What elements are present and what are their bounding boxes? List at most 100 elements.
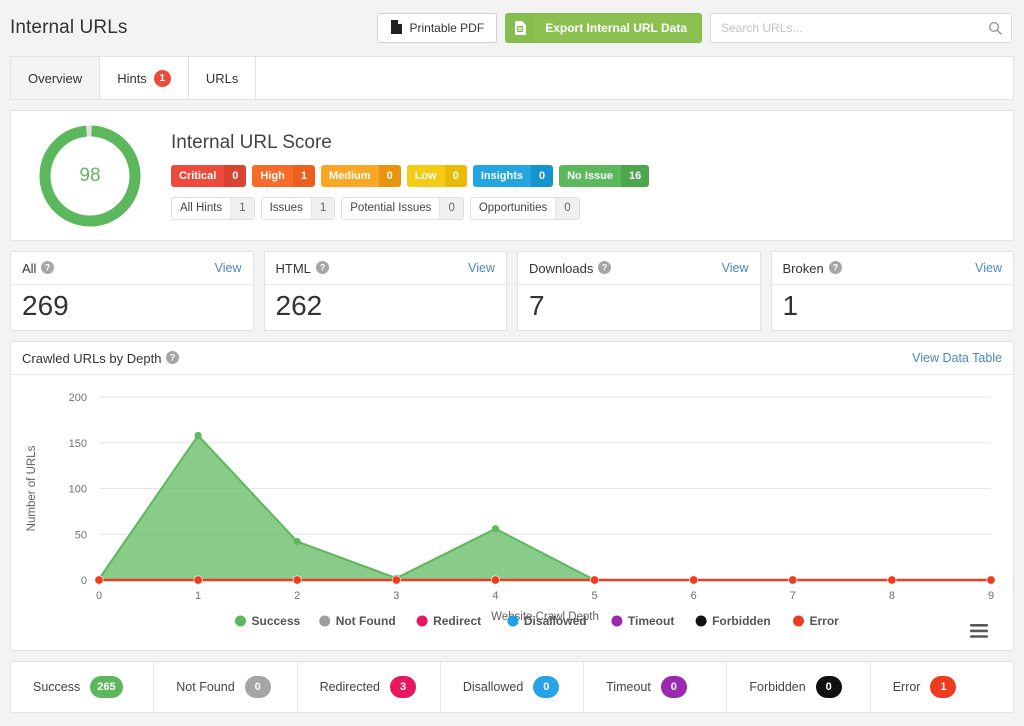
view-data-table-link[interactable]: View Data Table <box>912 351 1002 365</box>
svg-text:Not Found: Not Found <box>336 614 396 628</box>
printable-pdf-button[interactable]: Printable PDF <box>377 13 498 43</box>
chip-opportunities[interactable]: Opportunities 0 <box>469 196 580 220</box>
stat-card-html-value: 262 <box>275 290 323 321</box>
score-donut-gauge: 98 <box>37 123 143 229</box>
crawled-urls-by-depth-card: Crawled URLs by Depth ? View Data Table … <box>10 341 1014 652</box>
status-item-success[interactable]: Success 265 <box>11 662 155 713</box>
severity-medium[interactable]: Medium 0 <box>321 164 401 187</box>
stat-card-broken-header: Broken ? View <box>771 252 1013 285</box>
stat-card-downloads-header: Downloads ? View <box>518 252 760 285</box>
search-icon[interactable] <box>988 21 1002 40</box>
stat-card-html: HTML ? View 262 <box>263 251 507 332</box>
stat-card-broken-label: Broken <box>782 260 824 276</box>
stat-card-all-label: All <box>22 260 37 276</box>
status-item-forbidden[interactable]: Forbidden 0 <box>727 662 871 713</box>
status-item-redirected-count: 3 <box>390 676 417 699</box>
chip-potential-issues[interactable]: Potential Issues 0 <box>341 196 464 220</box>
status-item-forbidden-label: Forbidden <box>749 680 806 695</box>
stat-card-html-view-link[interactable]: View <box>468 261 495 275</box>
stat-card-downloads-view-link[interactable]: View <box>722 261 749 275</box>
tab-hints-label: Hints <box>117 70 147 86</box>
internal-url-score-card: 98 Internal URL Score Critical 0 High 1 … <box>10 110 1014 241</box>
svg-text:Timeout: Timeout <box>628 614 674 628</box>
severity-no-issue-label: No Issue <box>559 164 621 187</box>
status-item-disallowed-label: Disallowed <box>462 680 524 695</box>
status-item-timeout-count: 0 <box>660 676 687 699</box>
svg-text:3: 3 <box>393 590 399 602</box>
question-circle-icon[interactable]: ? <box>598 259 612 277</box>
export-internal-url-data-button[interactable]: Export Internal URL Data <box>505 13 702 43</box>
tab-urls[interactable]: URLs <box>188 57 257 99</box>
severity-high[interactable]: High 1 <box>252 164 315 187</box>
svg-text:?: ? <box>45 263 51 273</box>
crawled-urls-area-chart[interactable]: 050100150200Number of URLs0 1 2 3 4 5 6 7 8 9Webs… <box>11 375 1013 650</box>
svg-text:4: 4 <box>492 590 498 602</box>
svg-text:8: 8 <box>889 590 895 602</box>
question-circle-icon[interactable]: ? <box>166 349 180 367</box>
severity-no-issue-count: 16 <box>620 164 650 187</box>
status-item-redirected[interactable]: Redirected 3 <box>298 662 441 713</box>
printable-pdf-label: Printable PDF <box>409 21 485 35</box>
question-circle-icon[interactable]: ? <box>315 259 329 277</box>
svg-text:?: ? <box>832 263 838 273</box>
chip-potential-issues-label: Potential Issues <box>350 202 432 214</box>
status-item-not-found[interactable]: Not Found 0 <box>154 662 298 713</box>
severity-insights-label: Insights <box>472 164 531 187</box>
tab-overview[interactable]: Overview <box>11 57 101 99</box>
chart-header: Crawled URLs by Depth ? View Data Table <box>11 342 1013 376</box>
tab-hints[interactable]: Hints 1 <box>100 57 189 99</box>
stat-card-downloads: Downloads ? View 7 <box>517 251 761 332</box>
file-pdf-icon <box>390 19 403 37</box>
stat-cards-row: All ? View 269 HTML ? View 262 Downloads <box>10 251 1014 332</box>
status-item-error-count: 1 <box>930 676 957 699</box>
search-urls-box[interactable] <box>710 13 1012 43</box>
chip-potential-issues-count: 0 <box>439 197 463 219</box>
top-bar: Internal URLs Printable PDF Export Inter… <box>0 0 1024 56</box>
svg-text:200: 200 <box>69 392 87 404</box>
page-title: Internal URLs <box>10 17 128 38</box>
status-item-error[interactable]: Error 1 <box>871 662 1013 712</box>
chip-all-hints-count: 1 <box>230 197 254 219</box>
chip-all-hints[interactable]: All Hints 1 <box>171 196 255 220</box>
svg-text:100: 100 <box>69 484 87 496</box>
severity-insights[interactable]: Insights 0 <box>472 164 554 187</box>
severity-critical-label: Critical <box>171 164 225 187</box>
chip-issues[interactable]: Issues 1 <box>260 196 336 220</box>
svg-text:?: ? <box>602 263 608 273</box>
stat-card-downloads-value: 7 <box>529 290 545 321</box>
stat-card-broken-view-link[interactable]: View <box>975 261 1002 275</box>
severity-critical[interactable]: Critical 0 <box>171 164 247 187</box>
question-circle-icon[interactable]: ? <box>41 259 55 277</box>
severity-medium-label: Medium <box>321 164 379 187</box>
export-label: Export Internal URL Data <box>545 21 687 35</box>
svg-text:?: ? <box>320 263 326 273</box>
tab-hints-badge: 1 <box>153 69 171 87</box>
severity-no-issue[interactable]: No Issue 16 <box>559 164 650 187</box>
status-summary-bar: Success 265 Not Found 0 Redirected 3 Dis… <box>10 661 1014 714</box>
svg-text:0: 0 <box>81 575 87 587</box>
stat-card-all-header: All ? View <box>11 252 253 285</box>
svg-text:50: 50 <box>75 529 87 541</box>
hint-filter-chips: All Hints 1 Issues 1 Potential Issues 0 … <box>171 196 649 220</box>
stat-card-all: All ? View 269 <box>10 251 254 332</box>
severity-low-count: 0 <box>444 164 467 187</box>
search-input[interactable] <box>711 14 1011 42</box>
status-item-disallowed[interactable]: Disallowed 0 <box>441 662 585 713</box>
file-spreadsheet-icon <box>506 14 535 42</box>
question-circle-icon[interactable]: ? <box>828 259 842 277</box>
stat-card-all-view-link[interactable]: View <box>215 261 242 275</box>
tab-urls-label: URLs <box>205 70 239 86</box>
chip-opportunities-label: Opportunities <box>478 202 548 214</box>
severity-low[interactable]: Low 0 <box>406 164 467 187</box>
score-value: 98 <box>79 164 101 186</box>
severity-medium-count: 0 <box>378 164 401 187</box>
stat-card-all-value: 269 <box>22 290 69 321</box>
status-item-forbidden-count: 0 <box>815 676 842 699</box>
chip-issues-count: 1 <box>310 197 335 219</box>
status-item-timeout[interactable]: Timeout 0 <box>584 662 728 713</box>
chip-opportunities-count: 0 <box>555 197 579 219</box>
svg-text:5: 5 <box>591 590 597 602</box>
svg-text:Redirect: Redirect <box>433 614 481 628</box>
hamburger-menu-icon[interactable] <box>970 624 988 643</box>
status-item-not-found-label: Not Found <box>176 680 235 695</box>
